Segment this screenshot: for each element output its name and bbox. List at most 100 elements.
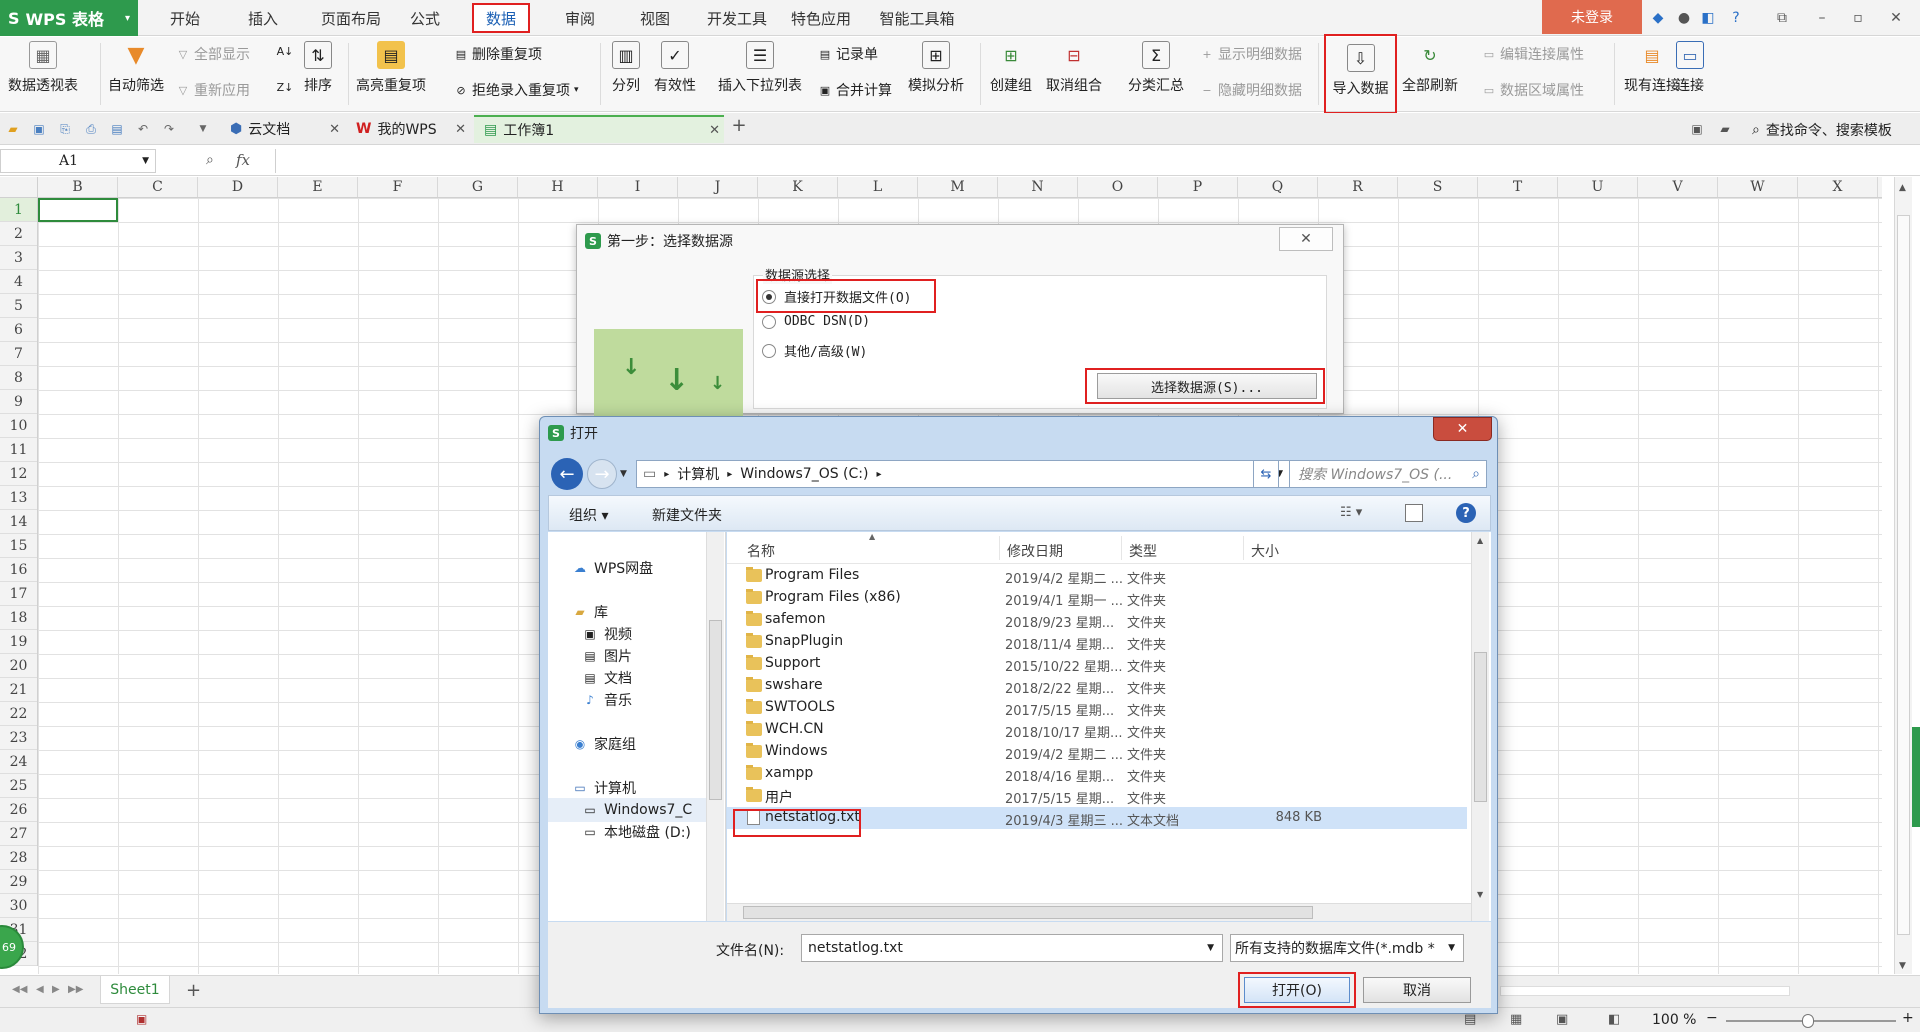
scroll-up-icon[interactable]: ▲ xyxy=(1899,183,1906,193)
zoom-slider-knob[interactable] xyxy=(1802,1014,1814,1028)
add-sheet-icon[interactable]: + xyxy=(186,980,201,1001)
new-tab-icon[interactable]: + xyxy=(731,115,746,136)
column-header[interactable]: X xyxy=(1798,177,1878,197)
column-type[interactable]: 类型 xyxy=(1129,541,1157,561)
nav-video[interactable]: ▣ 视频 xyxy=(582,624,632,644)
column-header[interactable]: V xyxy=(1638,177,1718,197)
row-header[interactable]: 23 xyxy=(0,726,37,750)
row-header[interactable]: 2 xyxy=(0,222,37,246)
row-header[interactable]: 20 xyxy=(0,654,37,678)
minimize-icon[interactable]: – xyxy=(1812,8,1832,28)
column-header[interactable]: C xyxy=(118,177,198,197)
layout-view-icon[interactable]: ▣ xyxy=(1556,1012,1568,1027)
column-header[interactable]: L xyxy=(838,177,918,197)
row-header[interactable]: 29 xyxy=(0,870,37,894)
simulate-analysis-button[interactable]: ⊞ 模拟分析 xyxy=(908,41,964,95)
column-header[interactable]: O xyxy=(1078,177,1158,197)
name-box[interactable]: A1 ▼ xyxy=(0,149,156,173)
scroll-thumb[interactable] xyxy=(1474,652,1487,802)
row-header[interactable]: 27 xyxy=(0,822,37,846)
nav-wps-disk[interactable]: ☁ WPS网盘 xyxy=(572,558,653,578)
tab-smart-toolbox[interactable]: 智能工具箱 xyxy=(872,0,962,36)
last-sheet-icon[interactable]: ▶▶ xyxy=(68,984,83,995)
close-icon[interactable]: ✕ xyxy=(709,123,720,138)
tab-workbook[interactable]: ▤ 工作簿1 ✕ xyxy=(474,115,724,143)
chevron-down-icon[interactable]: ▼ xyxy=(1207,943,1214,953)
row-header[interactable]: 30 xyxy=(0,894,37,918)
ungroup-button[interactable]: ⊟ 取消组合 xyxy=(1046,41,1102,95)
row-header[interactable]: 6 xyxy=(0,318,37,342)
organize-button[interactable]: 组织 ▾ xyxy=(569,505,608,525)
folder-row[interactable]: swshare 2018/2/22 星期... 文件夹 xyxy=(727,675,1467,697)
tab-page-layout[interactable]: 页面布局 xyxy=(306,0,396,36)
nav-documents[interactable]: ▤ 文档 xyxy=(582,668,632,688)
show-detail-button[interactable]: + 显示明细数据 xyxy=(1200,44,1302,64)
delete-dup-button[interactable]: ▤ 删除重复项 xyxy=(454,44,542,64)
row-header[interactable]: 18 xyxy=(0,606,37,630)
connection-button[interactable]: ▭ 连接 xyxy=(1676,41,1704,95)
split-column-button[interactable]: ▥ 分列 xyxy=(612,41,640,95)
vertical-scrollbar[interactable]: ▲ ▼ xyxy=(1894,177,1912,974)
nav-scrollbar[interactable] xyxy=(706,532,724,921)
tab-review[interactable]: 审阅 xyxy=(555,0,605,36)
column-header[interactable]: E xyxy=(278,177,358,197)
app-menu-button[interactable]: S WPS 表格 ▾ xyxy=(0,0,138,36)
file-list-vertical-scrollbar[interactable]: ▲ ▼ xyxy=(1471,532,1489,921)
row-header[interactable]: 19 xyxy=(0,630,37,654)
settings-icon[interactable]: ● xyxy=(1674,8,1694,28)
refresh-button[interactable]: ⇆ xyxy=(1253,460,1279,488)
tab-home[interactable]: 开始 xyxy=(160,0,210,36)
prev-sheet-icon[interactable]: ◀ xyxy=(36,984,44,995)
view-options-button[interactable]: ☷ ▾ xyxy=(1340,505,1362,520)
customize-caret-icon[interactable]: ▼ xyxy=(196,122,210,136)
scroll-down-icon[interactable]: ▼ xyxy=(1477,890,1483,899)
close-icon[interactable]: ✕ xyxy=(329,122,340,137)
hide-detail-button[interactable]: − 隐藏明细数据 xyxy=(1200,80,1302,100)
file-list-horizontal-scrollbar[interactable] xyxy=(727,903,1471,921)
column-header[interactable]: T xyxy=(1478,177,1558,197)
autofilter-button[interactable]: ▼ 自动筛选 xyxy=(108,41,164,95)
back-button[interactable]: ← xyxy=(551,458,583,490)
radio-odbc-dsn[interactable]: ODBC DSN(D) xyxy=(762,314,870,329)
tab-insert[interactable]: 插入 xyxy=(238,0,288,36)
column-header[interactable]: F xyxy=(358,177,438,197)
record-form-button[interactable]: ▤ 记录单 xyxy=(818,44,878,64)
nav-pictures[interactable]: ▤ 图片 xyxy=(582,646,632,666)
column-header[interactable]: M xyxy=(918,177,998,197)
refresh-all-button[interactable]: ↻ 全部刷新 xyxy=(1402,41,1458,95)
zoom-slider[interactable] xyxy=(1726,1014,1896,1028)
subtotal-button[interactable]: Σ 分类汇总 xyxy=(1128,41,1184,95)
side-panel-handle[interactable] xyxy=(1912,727,1920,827)
row-header[interactable]: 17 xyxy=(0,582,37,606)
cancel-button[interactable]: 取消 xyxy=(1363,977,1471,1003)
tab-data[interactable]: 数据 xyxy=(472,3,530,33)
sort-desc-button[interactable]: Z↓ xyxy=(277,80,294,94)
edit-link-button[interactable]: ▭ 编辑连接属性 xyxy=(1482,44,1584,64)
highlight-dup-button[interactable]: ▤ 高亮重复项 xyxy=(356,41,426,95)
undo-icon[interactable]: ↶ xyxy=(136,122,150,136)
scroll-up-icon[interactable]: ▲ xyxy=(1477,536,1483,545)
close-button[interactable]: ✕ xyxy=(1279,227,1333,251)
zoom-level[interactable]: 100 % xyxy=(1652,1012,1696,1028)
validity-button[interactable]: ✓ 有效性 xyxy=(654,41,696,95)
row-header[interactable]: 24 xyxy=(0,750,37,774)
radio-other-advanced[interactable]: 其他/高级(W) xyxy=(762,341,867,360)
column-header[interactable]: Q xyxy=(1238,177,1318,197)
folder-row[interactable]: Program Files 2019/4/2 星期二 ... 文件夹 xyxy=(727,565,1467,587)
folder-row[interactable]: xampp 2018/4/16 星期... 文件夹 xyxy=(727,763,1467,785)
tab-my-wps[interactable]: W 我的WPS ✕ xyxy=(346,115,470,143)
row-header[interactable]: 8 xyxy=(0,366,37,390)
row-header[interactable]: 14 xyxy=(0,510,37,534)
folder-row[interactable]: SWTOOLS 2017/5/15 星期... 文件夹 xyxy=(727,697,1467,719)
pivot-table-button[interactable]: ▦ 数据透视表 xyxy=(8,41,78,95)
nav-library[interactable]: ▰ 库 xyxy=(572,602,608,622)
maximize-icon[interactable]: ▫ xyxy=(1848,8,1868,28)
preview-pane-button[interactable] xyxy=(1405,504,1423,522)
row-header[interactable]: 11 xyxy=(0,438,37,462)
scroll-thumb[interactable] xyxy=(743,906,1313,919)
folder-row[interactable]: WCH.CN 2018/10/17 星期... 文件夹 xyxy=(727,719,1467,741)
share-icon[interactable]: ◧ xyxy=(1698,8,1718,28)
column-header[interactable]: D xyxy=(198,177,278,197)
filename-input[interactable]: netstatlog.txt ▼ xyxy=(801,934,1223,962)
search-input[interactable]: 搜索 Windows7_OS (... ⌕ xyxy=(1289,460,1487,488)
